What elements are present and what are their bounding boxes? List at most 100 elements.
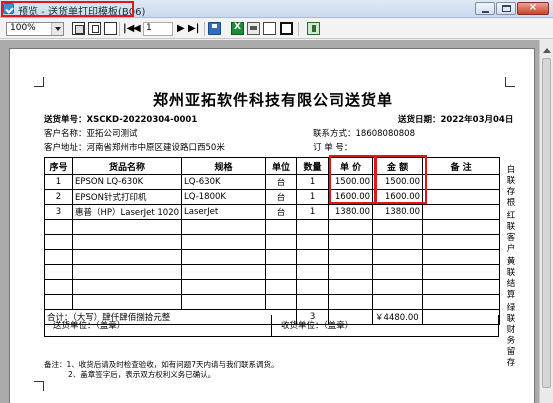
row-remark (422, 204, 501, 220)
row-no: 2 (44, 189, 73, 205)
print-icon[interactable] (247, 22, 260, 35)
row-spec: LQ-1800K (181, 189, 267, 205)
minimize-button[interactable] (475, 2, 495, 15)
delivery-date-label: 送货日期： (398, 115, 441, 125)
delivery-date-value: 2022年03月04日 (440, 115, 514, 125)
next-page-button[interactable]: ▶ (177, 23, 185, 34)
customer-name-line: 客户名称：亚拓公司测试 (44, 127, 138, 139)
page-width-icon[interactable] (88, 22, 101, 35)
zoom-value: 100% (10, 23, 36, 33)
contact-label: 联系方式： (313, 129, 356, 139)
side-label-red: 红联客户 (506, 211, 516, 254)
amount-highlight-box (375, 155, 427, 204)
side-label-green: 绿联财务留存 (506, 303, 516, 368)
row-no: 3 (44, 204, 73, 220)
stop-icon[interactable] (280, 22, 293, 35)
corner-mark (34, 77, 44, 87)
empty-row (44, 234, 501, 250)
address-line: 客户地址：河南省郑州市中原区建设路口西50米 (44, 141, 225, 153)
row-amount: 1380.00 (372, 204, 424, 220)
row-spec: LQ-630K (181, 174, 267, 190)
order-line: 订 单 号： (313, 141, 352, 153)
row-remark (422, 189, 501, 205)
toolbar-separator (119, 22, 120, 36)
zoom-select[interactable]: 100% (6, 22, 64, 36)
row-spec: LaserJet (181, 204, 267, 220)
company-title: 郑州亚拓软件科技有限公司送货单 (152, 91, 393, 109)
row-name: EPSON LQ-630K (71, 174, 183, 190)
row-unit: 台 (265, 174, 298, 190)
last-page-button[interactable]: ▶| (188, 23, 199, 34)
title-bar: 预览 - 送货单打印模板(B06) × (0, 0, 553, 18)
table-row: 1 EPSON LQ-630K LQ-630K 台 1 1500.00 1500… (44, 174, 501, 190)
empty-row (44, 279, 501, 295)
delivery-date-line: 送货日期：2022年03月04日 (398, 113, 513, 125)
row-unit: 台 (265, 204, 298, 220)
page-setup-icon[interactable] (263, 22, 276, 35)
sender-label: 送货单位：（盖章） (53, 321, 126, 331)
empty-row (44, 219, 501, 235)
row-no: 1 (44, 174, 73, 190)
prev-page-button[interactable]: ◀ (133, 23, 141, 34)
contact-value: 18608080808 (355, 129, 416, 139)
table-row: 3 惠普（HP）LaserJet 1020 LaserJet 台 1 1380.… (44, 204, 501, 220)
empty-row (44, 264, 501, 280)
vertical-scrollbar[interactable] (539, 40, 553, 403)
toolbar-separator (204, 22, 205, 36)
row-qty: 1 (296, 189, 330, 205)
whole-page-icon[interactable] (104, 22, 117, 35)
minimize-icon (482, 11, 489, 13)
scroll-up-icon[interactable] (543, 44, 551, 53)
exit-icon[interactable] (307, 22, 320, 35)
note-line-2: 2、盖章签字后，表示双方权利义务已确认。 (68, 370, 216, 379)
row-name: 惠普（HP）LaserJet 1020 (71, 204, 183, 220)
table-header-row: 序号 货品名称 规格 单位 数量 单 价 金 额 备 注 (44, 157, 501, 175)
preview-viewport[interactable]: 郑州亚拓软件科技有限公司送货单 送货单号：XSCKD-20220304-0001… (0, 40, 553, 403)
order-number-line: 送货单号：XSCKD-20220304-0001 (44, 113, 197, 125)
close-button[interactable]: × (517, 2, 549, 15)
page-number-input[interactable]: 1 (143, 22, 173, 36)
row-unit: 台 (265, 189, 298, 205)
contact-line: 联系方式：18608080808 (313, 127, 415, 139)
row-price: 1380.00 (328, 204, 374, 220)
empty-row (44, 294, 501, 310)
window-controls: × (474, 2, 549, 15)
address-label: 客户地址： (44, 143, 87, 153)
col-header: 规格 (181, 157, 267, 175)
row-name: EPSON针式打印机 (71, 189, 183, 205)
customer-name-label: 客户名称： (44, 129, 87, 139)
col-header: 单位 (265, 157, 298, 175)
table-row: 2 EPSON针式打印机 LQ-1800K 台 1 1600.00 1600.0… (44, 189, 501, 205)
preview-toolbar: 100% |◀ ◀ 1 ▶ ▶| (0, 19, 553, 39)
save-icon[interactable] (208, 22, 221, 35)
maximize-button[interactable] (496, 2, 516, 15)
sign-area: 送货单位：（盖章） 收货单位：（盖章） (44, 315, 499, 337)
single-page-icon[interactable] (72, 22, 85, 35)
export-excel-icon[interactable] (231, 22, 244, 35)
corner-mark (505, 77, 515, 87)
document-page: 郑州亚拓软件科技有限公司送货单 送货单号：XSCKD-20220304-0001… (9, 48, 535, 403)
col-header: 备 注 (422, 157, 501, 175)
title-highlight-box (1, 1, 134, 17)
corner-mark (34, 381, 44, 391)
order-number-value: XSCKD-20220304-0001 (86, 115, 198, 125)
price-highlight-box (329, 155, 376, 204)
row-qty: 1 (296, 204, 330, 220)
side-label-white: 白联存根 (506, 165, 516, 208)
maximize-icon (502, 5, 511, 12)
col-header: 序号 (44, 157, 73, 175)
close-icon: × (528, 2, 538, 13)
empty-row (44, 249, 501, 265)
receiver-label: 收货单位：（盖章） (281, 321, 354, 331)
order-number-label: 送货单号： (44, 115, 87, 125)
customer-name-value: 亚拓公司测试 (86, 129, 138, 139)
row-qty: 1 (296, 174, 330, 190)
chevron-down-icon (51, 23, 63, 35)
order-label: 订 单 号： (313, 143, 353, 153)
side-label-yellow: 黄联结算 (506, 257, 516, 300)
col-header: 数量 (296, 157, 330, 175)
col-header: 货品名称 (71, 157, 183, 175)
sign-divider (271, 315, 272, 336)
scroll-thumb[interactable] (542, 58, 551, 388)
address-value: 河南省郑州市中原区建设路口西50米 (86, 143, 225, 153)
